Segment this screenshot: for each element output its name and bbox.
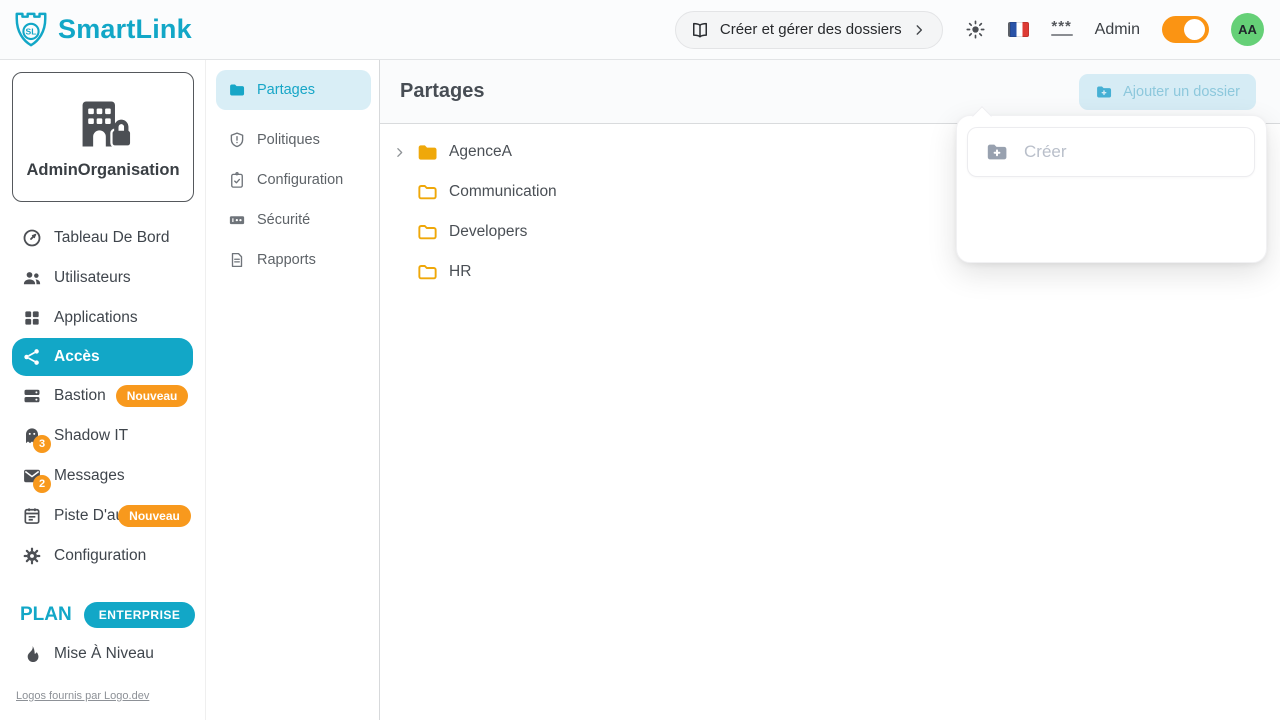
- add-folder-popup: Créer: [956, 115, 1267, 263]
- subnav-item-rapports[interactable]: Rapports: [206, 240, 379, 280]
- plan-row: PLAN ENTERPRISE: [20, 602, 195, 628]
- sidebar-item-label: Tableau De Bord: [54, 229, 169, 247]
- shadow-it-count-badge: 3: [33, 435, 51, 453]
- sidebar-item-label: Accès: [54, 348, 100, 366]
- language-flag-fr-icon[interactable]: [1008, 22, 1029, 37]
- logo-credit-link[interactable]: Logos fournis par Logo.dev: [16, 690, 149, 702]
- sidebar-item-label: Shadow IT: [54, 427, 128, 445]
- nouveau-badge: Nouveau: [118, 505, 191, 527]
- subnav-item-securite[interactable]: Sécurité: [206, 200, 379, 240]
- svg-text:SL: SL: [26, 26, 37, 36]
- password-field-icon: [228, 211, 246, 229]
- user-avatar[interactable]: AA: [1231, 13, 1264, 46]
- popup-create-item[interactable]: Créer: [967, 127, 1255, 177]
- chevron-right-icon: [912, 23, 926, 37]
- share-icon: [22, 347, 42, 367]
- folder-icon: [228, 81, 246, 99]
- document-icon: [228, 251, 246, 269]
- nouveau-badge: Nouveau: [116, 385, 189, 407]
- upgrade-button[interactable]: Mise À Niveau: [22, 644, 154, 663]
- admin-label: Admin: [1095, 21, 1140, 39]
- messages-count-badge: 2: [33, 475, 51, 493]
- gauge-icon: [22, 228, 42, 248]
- sidebar-item-configuration[interactable]: Configuration: [0, 536, 205, 576]
- sidebar-item-label: Configuration: [54, 547, 146, 565]
- sidebar-item-label: Bastion: [54, 387, 106, 405]
- gear-icon: [22, 546, 42, 566]
- folder-plus-gray-icon: [985, 140, 1009, 164]
- theme-sun-icon[interactable]: [965, 19, 986, 40]
- sidebar-item-label: Applications: [54, 309, 138, 327]
- subnav-item-label: Rapports: [257, 252, 316, 268]
- folder-name: AgenceA: [449, 143, 512, 161]
- secondary-sidebar: Partages Politiques Configurat: [206, 60, 380, 720]
- sidebar-item-label: Messages: [54, 467, 125, 485]
- upgrade-label: Mise À Niveau: [54, 645, 154, 663]
- subnav-item-partages[interactable]: Partages: [216, 70, 371, 110]
- folder-plus-icon: [1095, 83, 1113, 101]
- apps-grid-icon: [22, 308, 42, 328]
- mail-icon: 2: [22, 466, 42, 486]
- subnav-item-configuration[interactable]: Configuration: [206, 160, 379, 200]
- organisation-name: AdminOrganisation: [26, 161, 179, 180]
- organisation-building-lock-icon: [72, 95, 134, 153]
- more-menu-icon[interactable]: ***: [1051, 23, 1073, 36]
- admin-mode-toggle[interactable]: [1162, 16, 1209, 43]
- sidebar-item-label: Piste D'au: [54, 507, 124, 525]
- folder-outline-icon: [416, 221, 439, 244]
- sidebar-item-label: Utilisateurs: [54, 269, 131, 287]
- sidebar-item-users[interactable]: Utilisateurs: [0, 258, 205, 298]
- expand-chevron-icon[interactable]: [393, 146, 406, 159]
- subnav-item-label: Configuration: [257, 172, 343, 188]
- add-folder-button[interactable]: Ajouter un dossier: [1079, 74, 1256, 110]
- folder-name: Developers: [449, 223, 527, 241]
- smartlink-shield-icon: SL: [12, 9, 50, 51]
- folder-name: Communication: [449, 183, 557, 201]
- flame-icon: [22, 644, 41, 663]
- sidebar-item-shadow-it[interactable]: 3 Shadow IT: [0, 416, 205, 456]
- subnav-item-label: Sécurité: [257, 212, 310, 228]
- subnav-item-label: Partages: [257, 82, 315, 98]
- guide-button[interactable]: Créer et gérer des dossiers: [675, 11, 943, 49]
- organisation-card[interactable]: AdminOrganisation: [12, 72, 194, 202]
- toggle-knob: [1184, 19, 1205, 40]
- subnav-item-label: Politiques: [257, 132, 320, 148]
- subnav-item-politiques[interactable]: Politiques: [206, 120, 379, 160]
- brand-name: SmartLink: [58, 14, 192, 45]
- folder-outline-icon: [416, 181, 439, 204]
- popup-create-label: Créer: [1024, 142, 1067, 162]
- clipboard-check-icon: [228, 171, 246, 189]
- sidebar-item-applications[interactable]: Applications: [0, 298, 205, 338]
- sidebar-item-access[interactable]: Accès: [12, 338, 193, 376]
- brand-logo[interactable]: SL SmartLink: [12, 9, 192, 51]
- sidebar-item-dashboard[interactable]: Tableau De Bord: [0, 218, 205, 258]
- sidebar-item-messages[interactable]: 2 Messages: [0, 456, 205, 496]
- folder-name: HR: [449, 263, 471, 281]
- primary-sidebar: AdminOrganisation Tableau De Bord: [0, 60, 206, 720]
- book-icon: [690, 20, 710, 40]
- plan-label: PLAN: [20, 604, 72, 626]
- sidebar-nav: Tableau De Bord Utilisateurs Applica: [0, 218, 205, 576]
- sidebar-item-bastion[interactable]: Bastion Nouveau: [0, 376, 205, 416]
- add-folder-button-label: Ajouter un dossier: [1123, 84, 1240, 100]
- top-bar: SL SmartLink Créer et gérer des dossiers: [0, 0, 1280, 60]
- page-title: Partages: [400, 80, 485, 103]
- plan-tier-badge: ENTERPRISE: [84, 602, 196, 628]
- folder-outline-icon: [416, 261, 439, 284]
- ghost-icon: 3: [22, 426, 42, 446]
- audit-calendar-icon: [22, 506, 42, 526]
- users-icon: [22, 268, 42, 288]
- folder-filled-icon: [416, 141, 439, 164]
- sidebar-item-audit-trail[interactable]: Piste D'au Nouveau: [0, 496, 205, 536]
- server-icon: [22, 386, 42, 406]
- guide-button-label: Créer et gérer des dossiers: [720, 21, 902, 38]
- shield-alert-icon: [228, 131, 246, 149]
